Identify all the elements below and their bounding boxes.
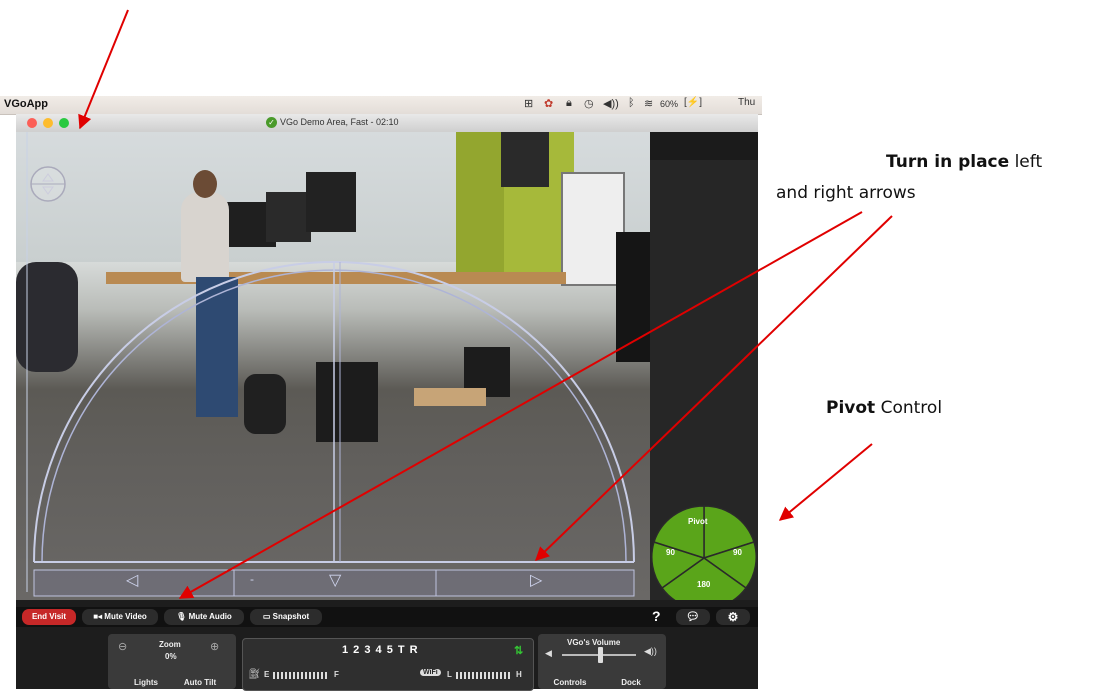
- arrow-to-right-turn: [534, 215, 893, 561]
- pivot-annotation-bold: Pivot: [826, 398, 876, 418]
- turn-annotation-bold: Turn in place: [886, 152, 1010, 172]
- pivot-annotation: Pivot Control: [826, 398, 942, 418]
- arrow-to-left-turn: [178, 211, 863, 599]
- pivot-annotation-rest: Control: [875, 398, 943, 418]
- annotation-arrows: [78, 9, 893, 599]
- arrow-to-pivot: [778, 443, 873, 521]
- turn-annotation-line2: and right arrows: [776, 183, 916, 203]
- arrow-to-window-buttons: [78, 9, 129, 130]
- turn-annotation-rest: left: [1009, 152, 1043, 172]
- turn-annotation-line1: Turn in place left: [886, 152, 1042, 172]
